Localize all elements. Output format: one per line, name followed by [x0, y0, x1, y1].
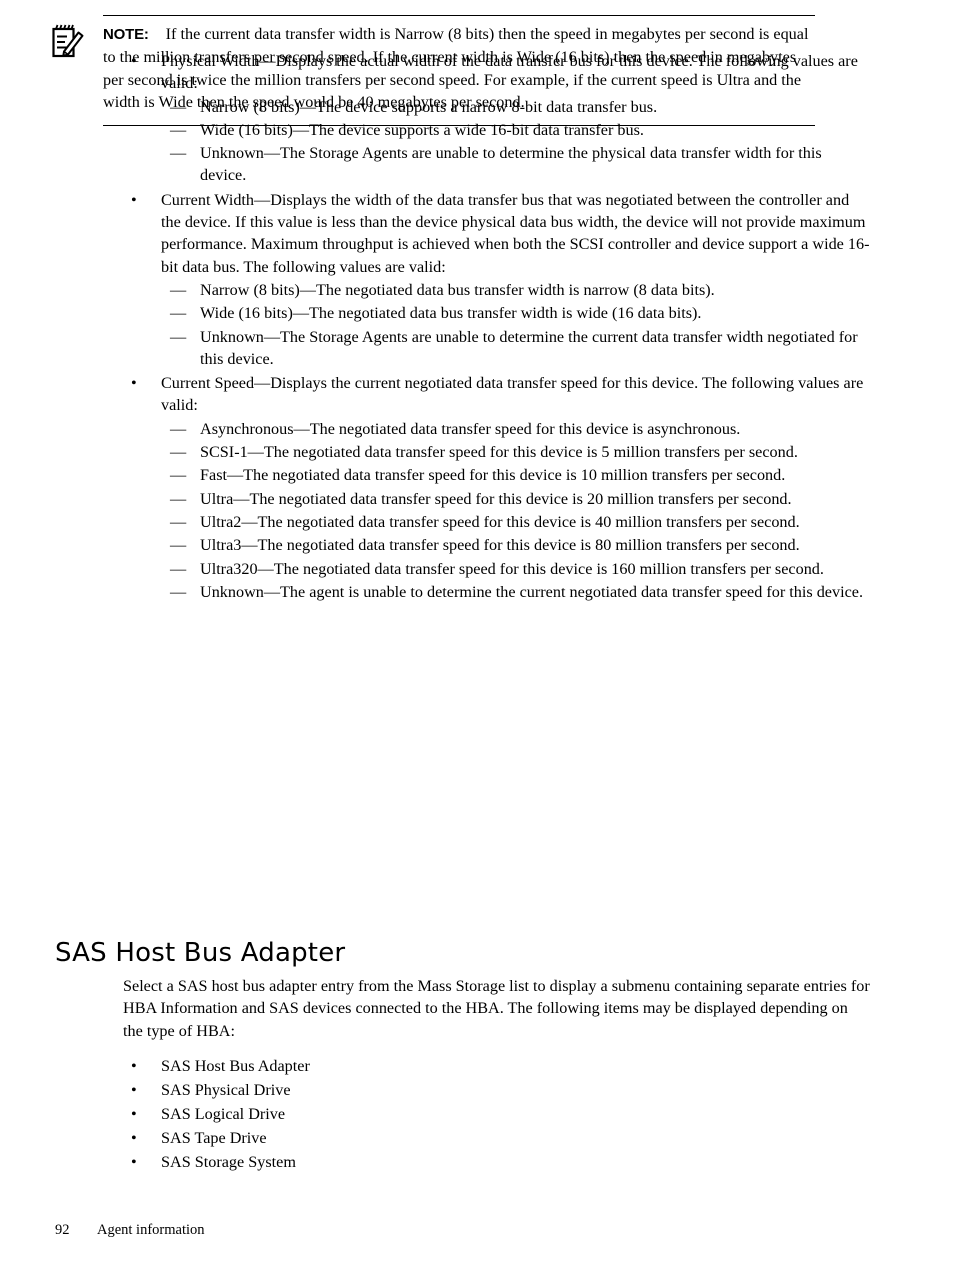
sub-list-item-text: Ultra—The negotiated data transfer speed…	[200, 489, 792, 508]
bullet-glyph: •	[131, 1152, 137, 1171]
footer-page-number: 92	[55, 1222, 70, 1238]
section-body: Select a SAS host bus adapter entry from…	[123, 975, 870, 1174]
dash-glyph: —	[170, 419, 187, 438]
bullet-glyph: •	[131, 190, 137, 209]
list-item: • Current Speed—Displays the current nego…	[55, 372, 870, 603]
dash-glyph: —	[170, 512, 187, 531]
body-content: • Physical Width—Displays the actual widt…	[55, 50, 870, 605]
sub-list-item: — Ultra2—The negotiated data transfer spe…	[161, 511, 870, 533]
dash-glyph: —	[170, 144, 187, 163]
list-item: • SAS Host Bus Adapter	[123, 1054, 870, 1078]
note-pad-pencil-icon	[51, 23, 85, 59]
sub-list-item: — Ultra3—The negotiated data transfer spe…	[161, 534, 870, 556]
definition-list: • Physical Width—Displays the actual widt…	[55, 50, 870, 603]
section-heading: SAS Host Bus Adapter	[55, 938, 346, 968]
list-item: • SAS Physical Drive	[123, 1078, 870, 1102]
list-item-text: SAS Storage System	[161, 1152, 296, 1171]
sub-list: — Asynchronous—The negotiated data transf…	[161, 418, 870, 603]
dash-glyph: —	[170, 489, 187, 508]
sub-list-item: — SCSI-1—The negotiated data transfer spe…	[161, 441, 870, 463]
note-bottom-rule	[103, 125, 815, 126]
list-item-text: SAS Logical Drive	[161, 1104, 286, 1123]
sub-list-item: — Fast—The negotiated data transfer speed…	[161, 464, 870, 486]
dash-glyph: —	[170, 536, 187, 555]
bullet-glyph: •	[131, 1080, 137, 1099]
bullet-glyph: •	[131, 1128, 137, 1147]
list-item-text: SAS Physical Drive	[161, 1080, 291, 1099]
sub-list-item-text: Ultra2—The negotiated data transfer spee…	[200, 512, 800, 531]
list-item-text: SAS Tape Drive	[161, 1128, 267, 1147]
sub-list-item-text: Unknown—The Storage Agents are unable to…	[200, 144, 822, 185]
sub-list-item-text: Wide (16 bits)—The negotiated data bus t…	[200, 304, 702, 323]
list-item-text: Current Speed—Displays the current negot…	[161, 374, 864, 415]
bullet-glyph: •	[131, 374, 137, 393]
bullet-glyph: •	[131, 1056, 137, 1075]
page-footer: 92 Agent information	[55, 1221, 555, 1239]
sub-list-item: — Unknown—The agent is unable to determin…	[161, 581, 870, 603]
note-text-block: NOTE: If the current data transfer width …	[103, 23, 815, 113]
sub-list-item-text: SCSI-1—The negotiated data transfer spee…	[200, 443, 798, 462]
list-item: • SAS Logical Drive	[123, 1102, 870, 1126]
document-page: • Physical Width—Displays the actual widt…	[0, 0, 954, 1271]
dash-glyph: —	[170, 327, 187, 346]
list-item-text: Current Width—Displays the width of the …	[161, 190, 870, 276]
sub-list-item: — Unknown—The Storage Agents are unable t…	[161, 326, 870, 371]
sas-items-list: • SAS Host Bus Adapter • SAS Physical Drive…	[123, 1054, 870, 1174]
dash-glyph: —	[170, 466, 187, 485]
sub-list-item-text: Unknown—The Storage Agents are unable to…	[200, 327, 858, 368]
dash-glyph: —	[170, 582, 187, 601]
sub-list-item-text: Unknown—The agent is unable to determine…	[200, 582, 863, 601]
bullet-glyph: •	[131, 1104, 137, 1123]
sub-list-item-text: Ultra3—The negotiated data transfer spee…	[200, 536, 800, 555]
sub-list-item: — Asynchronous—The negotiated data transf…	[161, 418, 870, 440]
sub-list-item: — Ultra320—The negotiated data transfer s…	[161, 558, 870, 580]
dash-glyph: —	[170, 304, 187, 323]
dash-glyph: —	[170, 280, 187, 299]
sub-list-item: — Wide (16 bits)—The negotiated data bus …	[161, 302, 870, 324]
sub-list-item: — Ultra—The negotiated data transfer spee…	[161, 488, 870, 510]
dash-glyph: —	[170, 559, 187, 578]
sub-list: — Narrow (8 bits)—The negotiated data bus…	[161, 279, 870, 370]
list-item: • SAS Storage System	[123, 1150, 870, 1174]
section-paragraph: Select a SAS host bus adapter entry from…	[123, 977, 870, 1040]
footer-chapter-title: Agent information	[97, 1222, 205, 1238]
sub-list-item-text: Asynchronous—The negotiated data transfe…	[200, 419, 741, 438]
list-item: • Current Width—Displays the width of the…	[55, 189, 870, 370]
sub-list-item-text: Narrow (8 bits)—The negotiated data bus …	[200, 280, 715, 299]
sub-list-item: — Unknown—The Storage Agents are unable t…	[161, 142, 870, 187]
note-label: NOTE:	[103, 26, 149, 43]
sub-list-item: — Narrow (8 bits)—The negotiated data bus…	[161, 279, 870, 301]
sub-list-item-text: Fast—The negotiated data transfer speed …	[200, 466, 786, 485]
dash-glyph: —	[170, 443, 187, 462]
list-item: • SAS Tape Drive	[123, 1126, 870, 1150]
note-admonition: NOTE: If the current data transfer width …	[52, 15, 815, 126]
sub-list-item-text: Ultra320—The negotiated data transfer sp…	[200, 559, 824, 578]
list-item-text: SAS Host Bus Adapter	[161, 1056, 310, 1075]
note-paragraph: If the current data transfer width is Na…	[103, 25, 809, 111]
note-body: NOTE: If the current data transfer width …	[52, 16, 815, 125]
